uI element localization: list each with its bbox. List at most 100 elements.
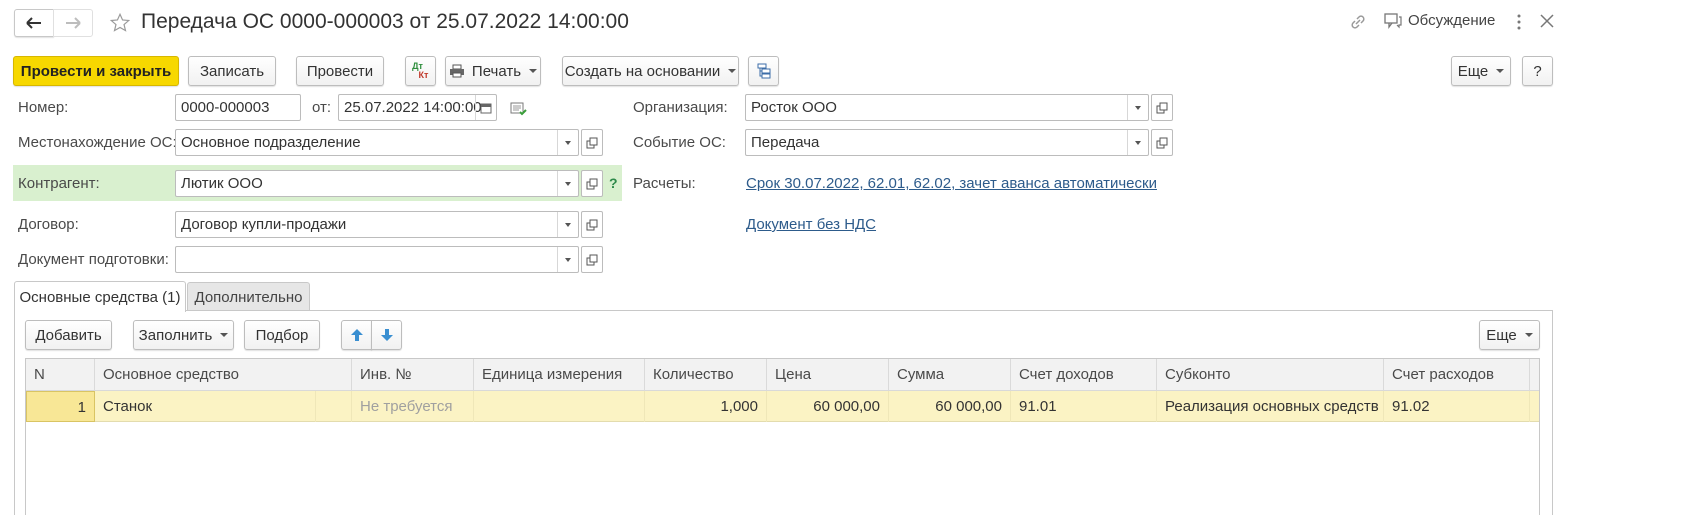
table-row[interactable]: 1 Станок Не требуется 1,000 60 000,00 60… [26,391,1539,422]
calendar-icon[interactable] [475,95,496,120]
subconto-cell[interactable]: Реализация основных средств [1157,391,1384,422]
chevron-down-icon[interactable] [557,212,578,237]
move-down-button[interactable] [371,320,402,350]
contractor-hint-icon[interactable]: ? [609,175,618,191]
chevron-down-icon [728,69,737,73]
prep-doc-field[interactable] [175,246,579,273]
back-button[interactable] [14,9,54,37]
fixed-assets-table[interactable]: N Основное средство Инв. № Единица измер… [25,358,1540,515]
organization-label: Организация: [633,99,728,116]
structure-button[interactable] [748,56,779,86]
contractor-field[interactable]: Лютик ООО [175,170,579,197]
location-field[interactable]: Основное подразделение [175,129,579,156]
chevron-down-icon [220,333,229,337]
tab-fixed-assets[interactable]: Основные средства (1) [14,281,186,312]
organization-field[interactable]: Росток ООО [745,94,1149,121]
chevron-down-icon[interactable] [557,171,578,196]
contract-field[interactable]: Договор купли-продажи [175,211,579,238]
column-header[interactable]: Сумма [889,359,1011,391]
link-icon[interactable] [1348,12,1368,32]
settlements-label: Расчеты: [633,175,696,192]
help-button[interactable]: ? [1522,56,1553,86]
location-label: Местонахождение ОС: [18,134,177,151]
more-vertical-icon[interactable] [1514,13,1524,31]
prep-doc-open-button[interactable] [581,246,603,273]
contract-label: Договор: [18,216,79,233]
column-header[interactable]: Счет доходов [1011,359,1157,391]
table-header: N Основное средство Инв. № Единица измер… [26,359,1539,391]
more-button[interactable]: Еще [1451,56,1511,86]
vat-document-link[interactable]: Документ без НДС [746,216,876,233]
row-number-cell[interactable]: 1 [26,391,95,422]
column-header[interactable]: Единица измерения [474,359,645,391]
chevron-down-icon[interactable] [557,130,578,155]
hierarchy-icon [757,63,770,79]
save-button[interactable]: Записать [188,56,276,86]
number-label: Номер: [18,99,69,116]
expense-account-cell[interactable]: 91.02 [1384,391,1530,422]
organization-open-button[interactable] [1151,94,1173,121]
settlements-link[interactable]: Срок 30.07.2022, 62.01, 62.02, зачет ава… [746,175,1157,192]
dt-kt-button[interactable]: Дт Кт [405,56,436,86]
chevron-down-icon[interactable] [1127,130,1148,155]
column-header[interactable]: Субконто [1157,359,1384,391]
column-header[interactable]: Счет расходов [1384,359,1530,391]
contract-open-button[interactable] [581,211,603,238]
page-title: Передача ОС 0000-000003 от 25.07.2022 14… [141,10,629,33]
open-window-icon [1156,137,1168,148]
open-window-icon [586,137,598,148]
open-window-icon [586,219,598,230]
quantity-cell[interactable]: 1,000 [645,391,767,422]
income-account-cell[interactable]: 91.01 [1011,391,1157,422]
move-up-button[interactable] [341,320,372,350]
arrow-down-icon [380,329,393,341]
dt-kt-icon: Дт Кт [412,61,429,80]
chevron-down-icon [1524,333,1533,337]
column-header[interactable]: Цена [767,359,889,391]
fill-button[interactable]: Заполнить [133,320,234,350]
inventory-number-cell[interactable]: Не требуется [352,391,474,422]
column-header[interactable]: Количество [645,359,767,391]
post-and-close-button[interactable]: Провести и закрыть [13,56,179,86]
discussion-icon[interactable] [1384,13,1402,29]
column-header[interactable]: Основное средство [95,359,352,391]
forward-button[interactable] [53,9,93,37]
sum-cell[interactable]: 60 000,00 [889,391,1011,422]
open-window-icon [586,178,598,189]
create-based-on-button[interactable]: Создать на основании [562,56,739,86]
event-field[interactable]: Передача [745,129,1149,156]
number-field[interactable]: 0000-000003 [175,94,301,121]
arrow-up-icon [350,329,363,341]
contractor-open-button[interactable] [581,170,603,197]
arrow-left-icon [26,17,41,29]
contractor-label: Контрагент: [18,175,100,192]
close-icon[interactable] [1540,14,1554,28]
pick-button[interactable]: Подбор [244,320,320,350]
prep-doc-label: Документ подготовки: [18,251,169,268]
asset-extra-cell[interactable] [316,391,352,422]
star-icon[interactable] [109,12,131,34]
printer-icon [449,64,464,78]
price-cell[interactable]: 60 000,00 [767,391,889,422]
discussion-link[interactable]: Обсуждение [1408,12,1495,29]
column-header[interactable]: N [26,359,95,391]
tab-additional[interactable]: Дополнительно [187,282,310,312]
date-field[interactable]: 25.07.2022 14:00:00 [338,94,497,121]
chevron-down-icon[interactable] [1127,95,1148,120]
print-button[interactable]: Печать [445,56,541,86]
chevron-down-icon[interactable] [557,247,578,272]
chevron-down-icon [529,69,538,73]
date-label: от: [312,99,332,116]
post-button[interactable]: Провести [296,56,384,86]
event-open-button[interactable] [1151,129,1173,156]
event-label: Событие ОС: [633,134,726,151]
table-more-button[interactable]: Еще [1479,320,1540,350]
location-open-button[interactable] [581,129,603,156]
unit-cell[interactable] [474,391,645,422]
open-window-icon [586,254,598,265]
add-button[interactable]: Добавить [25,320,112,350]
open-window-icon [1156,102,1168,113]
asset-cell[interactable]: Станок [95,391,316,422]
column-header[interactable]: Инв. № [352,359,474,391]
document-check-icon[interactable] [510,101,528,117]
